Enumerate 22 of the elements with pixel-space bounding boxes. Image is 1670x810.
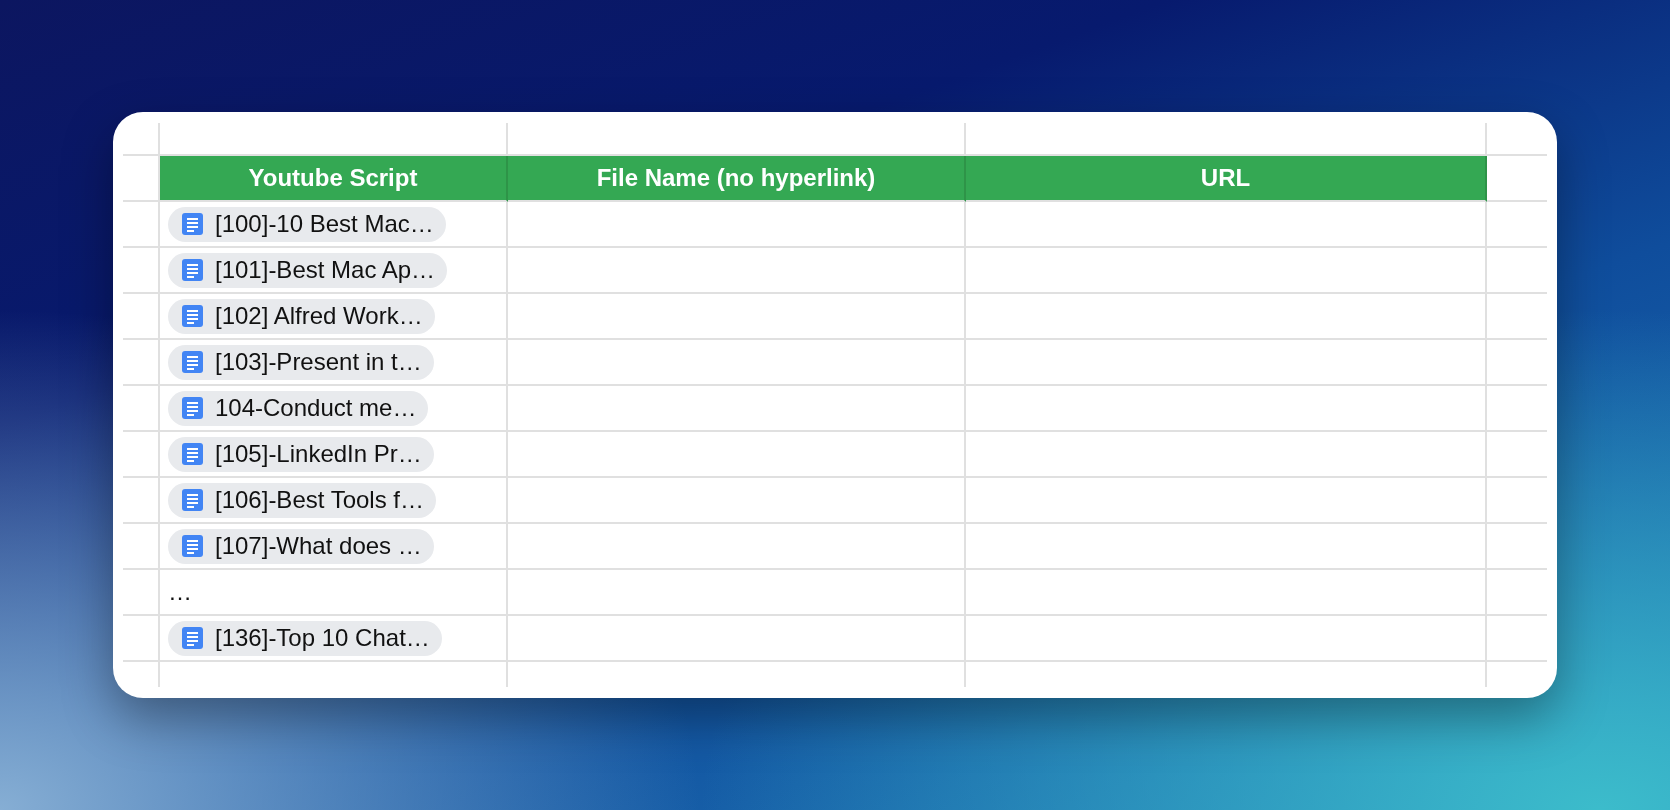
file-chip[interactable]: 104-Conduct me… <box>168 390 429 426</box>
column-header: URL <box>966 156 1487 202</box>
file-chip[interactable]: [102] Alfred Work… <box>168 298 435 334</box>
document-icon <box>182 259 203 281</box>
ellipsis-text: … <box>168 578 192 606</box>
file-chip[interactable]: [103]-Present in t… <box>168 344 434 380</box>
document-icon <box>182 443 203 465</box>
document-icon <box>182 213 203 235</box>
document-icon <box>182 305 203 327</box>
document-icon <box>182 489 203 511</box>
document-icon <box>182 397 203 419</box>
document-icon <box>182 535 203 557</box>
document-icon <box>182 627 203 649</box>
column-header: File Name (no hyperlink) <box>508 156 966 202</box>
file-chip[interactable]: [101]-Best Mac Ap… <box>168 252 448 288</box>
file-chip[interactable]: [107]-What does … <box>168 528 434 564</box>
file-chip[interactable]: [100]-10 Best Mac… <box>168 206 446 242</box>
file-chip[interactable]: [106]-Best Tools f… <box>168 482 436 518</box>
document-icon <box>182 351 203 373</box>
file-chip[interactable]: [105]-LinkedIn Pr… <box>168 436 434 472</box>
column-header: Youtube Script <box>160 156 508 202</box>
file-chip[interactable]: [136]-Top 10 Chat… <box>168 620 442 656</box>
